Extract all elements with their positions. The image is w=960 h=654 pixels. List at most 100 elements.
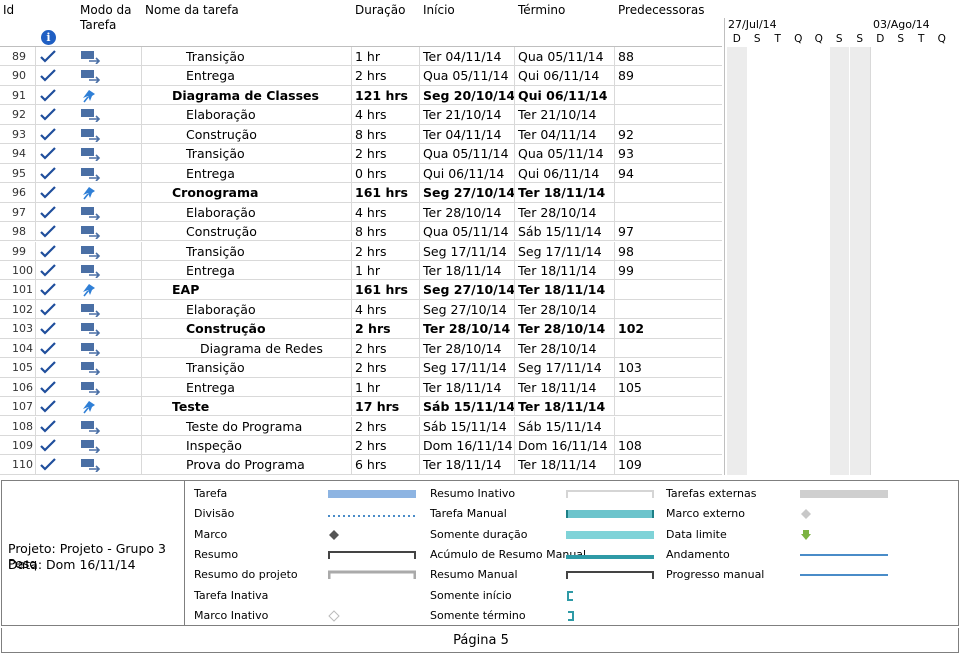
task-start[interactable]: Sáb 15/11/14	[420, 416, 515, 436]
task-duration[interactable]: 2 hrs	[352, 319, 420, 339]
table-row[interactable]: 102 Elaboração 4 hrs Seg 27/10/14 Ter 28/10/…	[0, 299, 722, 320]
row-id[interactable]: 95	[0, 163, 36, 183]
task-finish[interactable]: Sáb 15/11/14	[515, 416, 615, 436]
task-finish[interactable]: Ter 18/11/14	[515, 260, 615, 280]
task-duration[interactable]: 2 hrs	[352, 241, 420, 261]
row-id[interactable]: 94	[0, 144, 36, 164]
row-id[interactable]: 109	[0, 436, 36, 455]
task-predecessors[interactable]	[615, 86, 722, 105]
row-id[interactable]: 107	[0, 397, 36, 417]
task-duration[interactable]: 1 hr	[352, 47, 420, 66]
row-id[interactable]: 103	[0, 319, 36, 339]
task-predecessors[interactable]: 97	[615, 222, 722, 241]
task-predecessors[interactable]	[615, 417, 722, 436]
task-name[interactable]: Diagrama de Classes	[142, 85, 352, 105]
task-predecessors[interactable]	[615, 280, 722, 299]
task-start[interactable]: Seg 20/10/14	[420, 85, 515, 105]
row-id[interactable]: 96	[0, 183, 36, 203]
col-header-id[interactable]: Id	[3, 3, 14, 18]
task-finish[interactable]: Qua 05/11/14	[515, 47, 615, 66]
row-id[interactable]: 105	[0, 358, 36, 378]
row-id[interactable]: 110	[0, 455, 36, 475]
table-row[interactable]: 97 Elaboração 4 hrs Ter 28/10/14 Ter 28/10/1…	[0, 202, 722, 222]
task-finish[interactable]: Qui 06/11/14	[515, 85, 615, 105]
table-row[interactable]: 101 EAP 161 hrs Seg 27/10/14 Ter 18/11/14	[0, 280, 722, 300]
task-predecessors[interactable]: 102	[615, 319, 722, 338]
table-row[interactable]: 104 Diagrama de Redes 2 hrs Ter 28/10/14 Ter…	[0, 338, 722, 359]
table-row[interactable]: 105 Transição 2 hrs Seg 17/11/14 Seg 17/11/1…	[0, 358, 722, 378]
table-row[interactable]: 107 Teste 17 hrs Sáb 15/11/14 Ter 18/11/14	[0, 397, 722, 417]
table-row[interactable]: 92 Elaboração 4 hrs Ter 21/10/14 Ter 21/10/1…	[0, 105, 722, 125]
task-name[interactable]: Transição	[142, 144, 352, 164]
task-predecessors[interactable]: 98	[615, 242, 722, 261]
row-id[interactable]: 104	[0, 338, 36, 358]
table-row[interactable]: 110 Prova do Programa 6 hrs Ter 18/11/14 Ter…	[0, 455, 722, 475]
task-predecessors[interactable]: 108	[615, 436, 722, 455]
task-finish[interactable]: Ter 28/10/14	[515, 319, 615, 339]
info-icon[interactable]: i	[41, 30, 56, 45]
task-name[interactable]: Construção	[142, 124, 352, 144]
task-start[interactable]: Qua 05/11/14	[420, 144, 515, 164]
task-duration[interactable]: 2 hrs	[352, 416, 420, 436]
table-row[interactable]: 98 Construção 8 hrs Qua 05/11/14 Sáb 15/11/1…	[0, 222, 722, 242]
row-id[interactable]: 101	[0, 280, 36, 300]
task-start[interactable]: Ter 28/10/14	[420, 338, 515, 358]
col-header-duration[interactable]: Duração	[355, 3, 405, 18]
task-start[interactable]: Ter 04/11/14	[420, 124, 515, 144]
table-row[interactable]: 90 Entrega 2 hrs Qua 05/11/14 Qui 06/11/14 89	[0, 66, 722, 86]
task-finish[interactable]: Qui 06/11/14	[515, 163, 615, 183]
task-predecessors[interactable]: 109	[615, 455, 722, 474]
task-name[interactable]: Entrega	[142, 163, 352, 183]
table-row[interactable]: 95 Entrega 0 hrs Qui 06/11/14 Qui 06/11/14 94	[0, 163, 722, 184]
task-finish[interactable]: Seg 17/11/14	[515, 241, 615, 261]
task-predecessors[interactable]	[615, 203, 722, 222]
row-id[interactable]: 89	[0, 47, 36, 66]
task-duration[interactable]: 2 hrs	[352, 338, 420, 358]
task-duration[interactable]: 161 hrs	[352, 183, 420, 203]
task-predecessors[interactable]	[615, 300, 722, 319]
task-finish[interactable]: Ter 28/10/14	[515, 202, 615, 222]
task-predecessors[interactable]: 88	[615, 47, 722, 66]
table-row[interactable]: 109 Inspeção 2 hrs Dom 16/11/14 Dom 16/11/14…	[0, 436, 722, 456]
task-start[interactable]: Ter 04/11/14	[420, 47, 515, 66]
row-id[interactable]: 92	[0, 105, 36, 125]
task-duration[interactable]: 2 hrs	[352, 144, 420, 164]
task-duration[interactable]: 8 hrs	[352, 222, 420, 242]
task-finish[interactable]: Ter 18/11/14	[515, 455, 615, 475]
task-start[interactable]: Ter 18/11/14	[420, 455, 515, 475]
task-predecessors[interactable]: 89	[615, 66, 722, 85]
task-duration[interactable]: 4 hrs	[352, 105, 420, 125]
row-id[interactable]: 98	[0, 222, 36, 242]
task-duration[interactable]: 8 hrs	[352, 124, 420, 144]
task-duration[interactable]: 2 hrs	[352, 436, 420, 455]
task-name[interactable]: Elaboração	[142, 105, 352, 125]
table-row[interactable]: 91 Diagrama de Classes 121 hrs Seg 20/10/14…	[0, 85, 722, 106]
task-finish[interactable]: Ter 18/11/14	[515, 397, 615, 417]
task-name[interactable]: Elaboração	[142, 299, 352, 319]
task-start[interactable]: Ter 18/11/14	[420, 377, 515, 397]
task-duration[interactable]: 4 hrs	[352, 202, 420, 222]
task-start[interactable]: Ter 28/10/14	[420, 202, 515, 222]
task-predecessors[interactable]	[615, 183, 722, 202]
task-start[interactable]: Qui 06/11/14	[420, 163, 515, 183]
task-duration[interactable]: 0 hrs	[352, 163, 420, 183]
row-id[interactable]: 97	[0, 202, 36, 222]
task-duration[interactable]: 1 hr	[352, 377, 420, 397]
table-row[interactable]: 94 Transição 2 hrs Qua 05/11/14 Qua 05/11/14…	[0, 144, 722, 164]
task-duration[interactable]: 6 hrs	[352, 455, 420, 475]
task-duration[interactable]: 121 hrs	[352, 85, 420, 105]
task-finish[interactable]: Qui 06/11/14	[515, 66, 615, 86]
task-duration[interactable]: 4 hrs	[352, 299, 420, 319]
task-predecessors[interactable]: 92	[615, 125, 722, 144]
task-finish[interactable]: Qua 05/11/14	[515, 144, 615, 164]
task-start[interactable]: Seg 27/10/14	[420, 183, 515, 203]
task-name[interactable]: Transição	[142, 358, 352, 378]
task-name[interactable]: Cronograma	[142, 183, 352, 203]
task-name[interactable]: Diagrama de Redes	[142, 338, 352, 358]
table-row[interactable]: 108 Teste do Programa 2 hrs Sáb 15/11/14 Sáb…	[0, 416, 722, 436]
task-predecessors[interactable]: 103	[615, 358, 722, 377]
task-finish[interactable]: Ter 21/10/14	[515, 105, 615, 125]
task-duration[interactable]: 1 hr	[352, 260, 420, 280]
task-finish[interactable]: Ter 04/11/14	[515, 124, 615, 144]
col-header-mode[interactable]: Modo da Tarefa	[80, 3, 131, 33]
